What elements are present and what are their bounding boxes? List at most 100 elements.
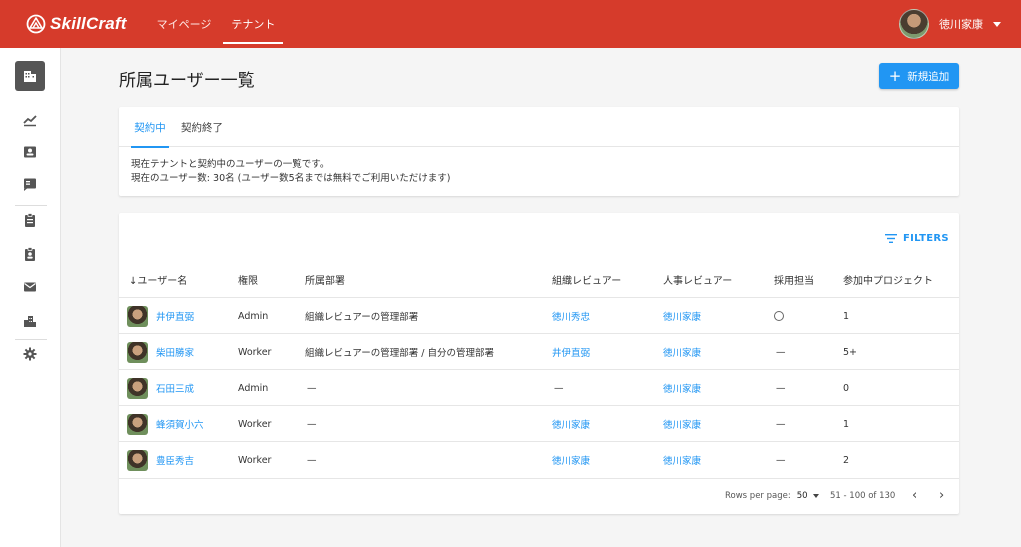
mail-icon (24, 282, 36, 292)
description: 現在テナントと契約中のユーザーの一覧です。 現在のユーザー数: 30名 (ユーザ… (131, 158, 450, 186)
recruiting-cell: — (776, 382, 786, 394)
column-header-projects: 参加中プロジェクト (843, 276, 933, 287)
tab-bar: 契約中 契約終了 (119, 107, 959, 148)
avatar (127, 449, 148, 471)
org-reviewer-link[interactable]: 井伊直弼 (552, 334, 590, 370)
tab-ended-contracts[interactable]: 契約終了 (177, 107, 227, 147)
org-reviewer-link[interactable]: 徳川家康 (552, 442, 590, 478)
sidebar-item-organization[interactable] (15, 306, 45, 336)
role-cell: Worker (238, 454, 272, 466)
plus-icon: + (888, 66, 902, 85)
users-table-card: FILTERS ↓ユーザー名 権限 所属部署 組織レビュアー 人事レビュアー 採… (119, 213, 959, 514)
rows-per-page-select[interactable]: 50 (797, 491, 819, 501)
building-icon (24, 71, 36, 82)
role-cell: Admin (238, 310, 269, 322)
table-row[interactable]: 井伊直弼 Admin 組織レビュアーの管理部署 徳川秀忠 徳川家康 1 (119, 297, 959, 333)
logo-text: SkillCraft (50, 14, 127, 33)
column-header-org-reviewer: 組織レビュアー (552, 276, 622, 287)
table-row[interactable]: 蜂須賀小六 Worker — 徳川家康 徳川家康 — 1 (119, 405, 959, 441)
sidebar-item-evaluations[interactable] (15, 239, 45, 269)
top-app-bar: SkillCraft マイページ テナント 徳川家康 (0, 0, 1021, 48)
sidebar-item-messages[interactable] (15, 169, 45, 199)
sidebar-item-tenant[interactable] (15, 61, 45, 91)
city-icon (24, 316, 36, 327)
role-cell: Worker (238, 418, 272, 430)
user-name-link[interactable]: 石田三成 (156, 381, 194, 395)
description-line: 現在テナントと契約中のユーザーの一覧です。 (131, 159, 330, 170)
dept-cell: — (307, 418, 317, 430)
sidebar-item-analytics[interactable] (15, 105, 45, 135)
top-nav: マイページ テナント (147, 0, 286, 48)
user-cell: 蜂須賀小六 (127, 406, 204, 442)
avatar (899, 9, 929, 39)
projects-cell: 0 (843, 382, 850, 394)
sidebar-item-assignments[interactable] (15, 205, 45, 235)
nav-item-tenant[interactable]: テナント (221, 0, 285, 48)
role-cell: Worker (238, 346, 272, 358)
filters-button[interactable]: FILTERS (885, 233, 949, 244)
org-reviewer-link[interactable]: 徳川家康 (552, 406, 590, 442)
chevron-left-icon: ‹ (912, 488, 918, 503)
contact-mail-icon (24, 178, 36, 191)
org-reviewer-cell: — (554, 382, 564, 394)
add-user-button[interactable]: + 新規追加 (879, 63, 959, 89)
user-cell: 柴田勝家 (127, 334, 194, 370)
recruiting-cell: — (776, 454, 786, 466)
user-name-link[interactable]: 井伊直弼 (156, 309, 194, 323)
filter-icon (885, 234, 897, 243)
avatar (127, 305, 148, 327)
table-footer-divider (119, 478, 959, 479)
clipboard-account-icon (25, 247, 35, 261)
user-name-link[interactable]: 豊臣秀吉 (156, 453, 194, 467)
gear-icon (23, 347, 37, 361)
chevron-right-icon: › (939, 488, 945, 503)
column-header-hr-reviewer: 人事レビュアー (663, 276, 733, 287)
user-name-link[interactable]: 柴田勝家 (156, 345, 194, 359)
projects-cell: 2 (843, 454, 850, 466)
projects-cell: 1 (843, 310, 850, 322)
recruiting-cell (774, 298, 784, 334)
tab-active-contracts[interactable]: 契約中 (131, 107, 169, 148)
hr-reviewer-link[interactable]: 徳川家康 (663, 334, 701, 370)
user-name: 徳川家康 (939, 18, 983, 31)
sidebar-item-profile[interactable] (15, 137, 45, 167)
recruiting-cell: — (776, 346, 786, 358)
org-reviewer-link[interactable]: 徳川秀忠 (552, 298, 590, 334)
table-row[interactable]: 豊臣秀吉 Worker — 徳川家康 徳川家康 — 2 (119, 441, 959, 477)
avatar (127, 341, 148, 363)
hr-reviewer-link[interactable]: 徳川家康 (663, 442, 701, 478)
hr-reviewer-link[interactable]: 徳川家康 (663, 298, 701, 334)
table-row[interactable]: 柴田勝家 Worker 組織レビュアーの管理部署 / 自分の管理部署 井伊直弼 … (119, 333, 959, 369)
page-range: 51 - 100 of 130 (830, 491, 896, 501)
user-name-link[interactable]: 蜂須賀小六 (156, 417, 204, 431)
sidebar-item-mail[interactable] (15, 272, 45, 302)
dept-cell: — (307, 382, 317, 394)
column-header-name[interactable]: ↓ユーザー名 (129, 272, 187, 287)
user-menu[interactable]: 徳川家康 (899, 0, 1001, 48)
projects-cell: 1 (843, 418, 850, 430)
caret-down-icon (812, 494, 819, 498)
dept-cell: 組織レビュアーの管理部署 (305, 312, 419, 323)
trending-up-icon (23, 115, 37, 127)
column-header-name-label: ユーザー名 (137, 276, 188, 287)
prev-page-button[interactable]: ‹ (912, 488, 917, 503)
hr-reviewer-link[interactable]: 徳川家康 (663, 370, 701, 406)
recruiting-cell: — (776, 418, 786, 430)
status-card: 契約中 契約終了 現在テナントと契約中のユーザーの一覧です。 現在のユーザー数:… (119, 107, 959, 196)
dept-cell: — (307, 454, 317, 466)
avatar (127, 413, 148, 435)
nav-item-mypage[interactable]: マイページ (147, 0, 222, 48)
sidebar-item-settings[interactable] (15, 339, 45, 369)
logo-mark-icon (26, 14, 46, 34)
hr-reviewer-link[interactable]: 徳川家康 (663, 406, 701, 442)
column-header-role: 権限 (238, 276, 258, 287)
app-logo[interactable]: SkillCraft (26, 0, 127, 48)
rows-per-page-value: 50 (796, 491, 808, 501)
add-user-button-label: 新規追加 (907, 70, 950, 83)
page-title: 所属ユーザー一覧 (119, 71, 255, 91)
table-row[interactable]: 石田三成 Admin — — 徳川家康 — 0 (119, 369, 959, 405)
caret-down-icon (993, 21, 1001, 27)
projects-cell: 5+ (843, 346, 858, 358)
filters-label: FILTERS (903, 233, 949, 244)
next-page-button[interactable]: › (939, 488, 944, 503)
